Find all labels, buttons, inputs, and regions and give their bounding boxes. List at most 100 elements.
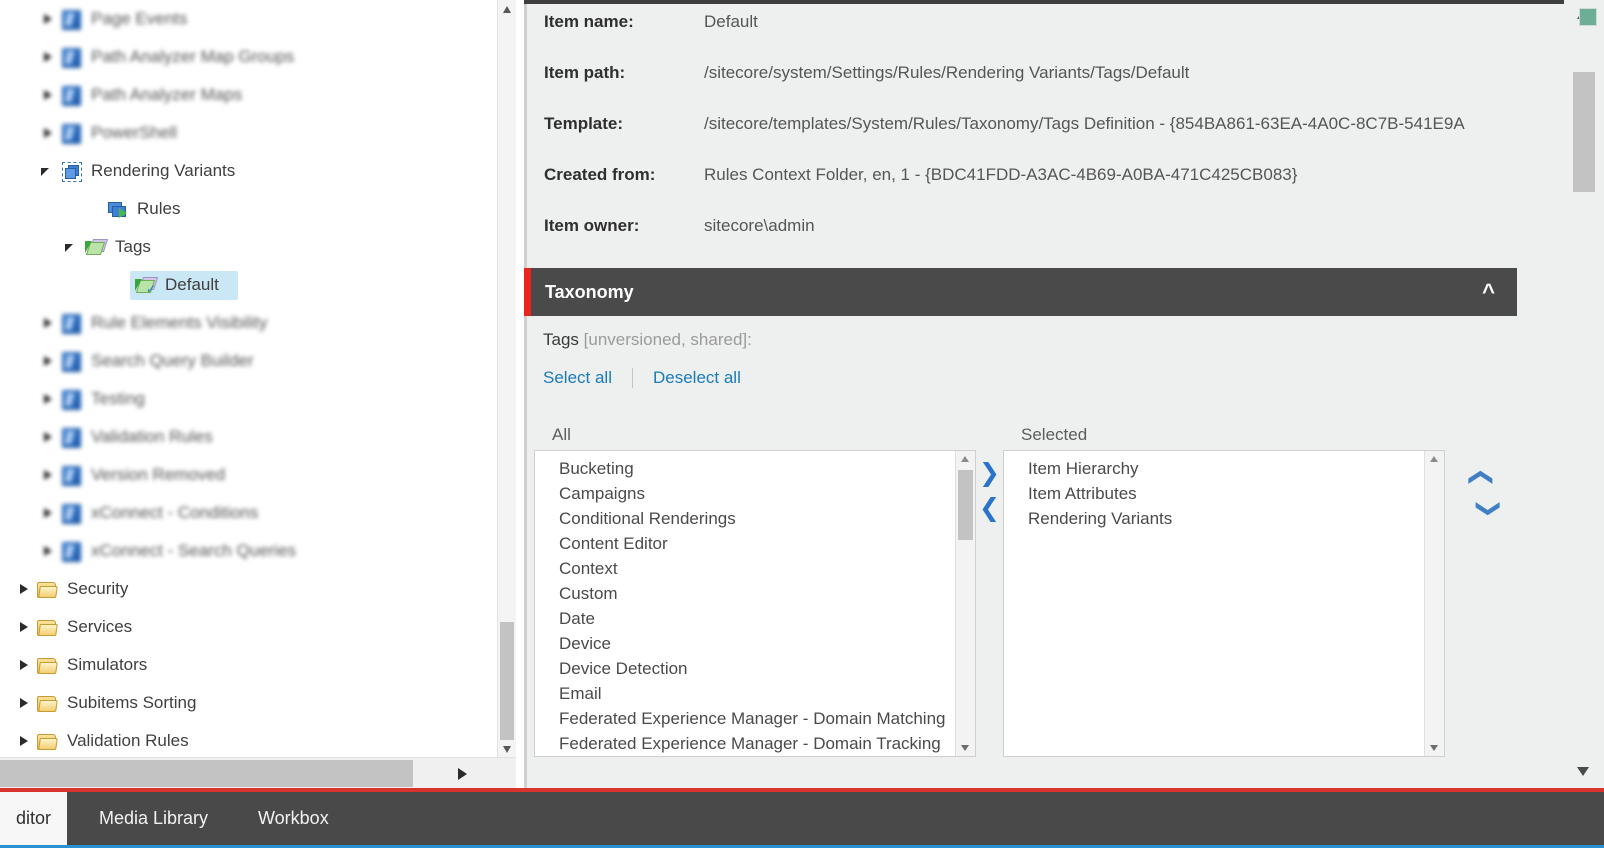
all-list-scrollbar[interactable] [955, 451, 975, 756]
selected-list-scrollbar[interactable] [1424, 451, 1444, 756]
all-tag-option[interactable]: Campaigns [535, 481, 935, 506]
detail-vertical-scrollbar[interactable] [1564, 0, 1604, 790]
tree-scroll-thumb[interactable] [500, 622, 514, 750]
tags-label-meta: [unversioned, shared]: [578, 330, 752, 349]
tree-node-rules[interactable]: Rules [0, 190, 498, 228]
expand-arrow-icon[interactable] [16, 657, 32, 673]
selected-list-scroll-down[interactable] [1425, 739, 1444, 756]
chevron-up-icon[interactable]: ^ [1482, 281, 1495, 303]
all-tag-option[interactable]: Date [535, 606, 935, 631]
all-tag-option[interactable]: Email [535, 681, 935, 706]
selected-tag-option[interactable]: Rendering Variants [1004, 506, 1404, 531]
all-list-scroll-up[interactable] [956, 451, 975, 468]
tree-scroll-down-button[interactable] [498, 740, 516, 758]
expand-arrow-icon[interactable] [16, 581, 32, 597]
all-tags-options[interactable]: Bucketing Campaigns Conditional Renderings… [535, 456, 945, 756]
expand-arrow-icon[interactable] [40, 391, 56, 407]
blue-item-icon [60, 122, 82, 144]
all-list-scroll-down[interactable] [956, 739, 975, 756]
all-tag-option[interactable]: Federated Experience Manager - Domain Tr… [535, 731, 941, 756]
tree-node-page-events[interactable]: Page Events [0, 0, 498, 38]
tree-node-default[interactable]: ✓ Default [0, 266, 498, 304]
expand-arrow-icon[interactable] [40, 467, 56, 483]
taxonomy-section-header[interactable]: Taxonomy ^ [524, 268, 1517, 316]
tab-media-library[interactable]: Media Library [83, 792, 224, 845]
expand-arrow-icon[interactable] [16, 733, 32, 749]
all-tag-option[interactable]: Bucketing [535, 456, 935, 481]
tags-label-text: Tags [543, 330, 579, 349]
tree-node-rule-elements-visibility[interactable]: Rule Elements Visibility [0, 304, 498, 342]
select-all-link[interactable]: Select all [543, 368, 612, 388]
collapse-arrow-icon[interactable] [40, 163, 56, 179]
folder-icon [36, 616, 58, 638]
move-right-button[interactable]: ❯ [979, 460, 1001, 495]
expand-arrow-icon[interactable] [16, 695, 32, 711]
all-tag-option[interactable]: Device Detection [535, 656, 935, 681]
collapse-arrow-icon[interactable] [64, 239, 80, 255]
tree-node-tags[interactable]: Tags [0, 228, 498, 266]
selected-list-scroll-up[interactable] [1425, 451, 1444, 468]
field-row: Created from: Rules Context Folder, en, 1… [544, 159, 1544, 210]
tree-hscroll-right-button[interactable] [445, 758, 481, 789]
tree-node-services[interactable]: Services [0, 608, 498, 646]
tree-node-path-analyzer-maps[interactable]: Path Analyzer Maps [0, 76, 498, 114]
detail-scroll-thumb[interactable] [1573, 72, 1595, 192]
blue-item-icon [60, 350, 82, 372]
expand-arrow-icon[interactable] [40, 87, 56, 103]
tags-actions: Select all Deselect all [543, 368, 1604, 388]
tree-node-label: xConnect - Conditions [91, 503, 259, 522]
tree-node-rendering-variants[interactable]: Rendering Variants [0, 152, 498, 190]
tree-node-powershell[interactable]: PowerShell [0, 114, 498, 152]
tab-workbox[interactable]: Workbox [242, 792, 345, 845]
move-left-button[interactable]: ❮ [979, 495, 1001, 530]
tree-node-validation-rules[interactable]: Validation Rules [0, 418, 498, 456]
tree-node-validation-rules[interactable]: Validation Rules [0, 722, 498, 758]
selected-tags-listbox[interactable]: Item Hierarchy Item Attributes Rendering V… [1003, 450, 1445, 757]
all-tag-option[interactable]: Conditional Renderings [535, 506, 935, 531]
blue-item-icon [60, 426, 82, 448]
tree-scroll-up-button[interactable] [498, 0, 516, 18]
tree-hscroll-thumb[interactable] [0, 760, 413, 787]
triangle-down-icon[interactable] [1577, 767, 1589, 776]
field-value: Rules Context Folder, en, 1 - {BDC41FDD-… [704, 165, 1298, 184]
tree-node-version-removed[interactable]: Version Removed [0, 456, 498, 494]
expand-arrow-icon[interactable] [16, 619, 32, 635]
tree-node-subitems-sorting[interactable]: Subitems Sorting [0, 684, 498, 722]
selected-tags-options[interactable]: Item Hierarchy Item Attributes Rendering V… [1004, 456, 1404, 531]
expand-arrow-icon[interactable] [40, 429, 56, 445]
tree-vertical-scrollbar[interactable] [497, 0, 516, 758]
tree-node-xconnect-search-queries[interactable]: xConnect - Search Queries [0, 532, 498, 570]
tree-node-simulators[interactable]: Simulators [0, 646, 498, 684]
selected-tag-option[interactable]: Item Attributes [1004, 481, 1404, 506]
all-list-scroll-thumb[interactable] [958, 470, 973, 540]
tree-node-path-analyzer-map-groups[interactable]: Path Analyzer Map Groups [0, 38, 498, 76]
rules-icon [106, 198, 128, 220]
expand-arrow-icon[interactable] [40, 49, 56, 65]
tree-node-security[interactable]: Security [0, 570, 498, 608]
tree-node-label: Page Events [91, 9, 188, 28]
expand-arrow-icon[interactable] [40, 353, 56, 369]
tree-node-testing[interactable]: Testing [0, 380, 498, 418]
triangle-up-icon [503, 6, 511, 13]
all-tag-option[interactable]: Federated Experience Manager - Domain Ma… [535, 706, 945, 731]
selected-tag-option[interactable]: Item Hierarchy [1004, 456, 1404, 481]
all-tag-option[interactable]: Content Editor [535, 531, 935, 556]
all-tag-option[interactable]: Device [535, 631, 935, 656]
move-up-button[interactable]: ❯ [1466, 464, 1502, 487]
all-tags-listbox[interactable]: Bucketing Campaigns Conditional Renderings… [534, 450, 976, 757]
content-tree[interactable]: Page Events Path Analyzer Map Groups Path … [0, 0, 498, 758]
all-tag-option[interactable]: Custom [535, 581, 935, 606]
tree-node-search-query-builder[interactable]: Search Query Builder [0, 342, 498, 380]
deselect-all-link[interactable]: Deselect all [653, 368, 741, 388]
tree-node-xconnect-conditions[interactable]: xConnect - Conditions [0, 494, 498, 532]
move-down-button[interactable]: ❯ [1467, 499, 1503, 523]
all-tag-option[interactable]: Context [535, 556, 935, 581]
tree-horizontal-scrollbar[interactable] [0, 757, 516, 790]
tab-ditor[interactable]: ditor [0, 792, 68, 845]
tree-node-label: Path Analyzer Maps [91, 85, 243, 104]
expand-arrow-icon[interactable] [40, 11, 56, 27]
expand-arrow-icon[interactable] [40, 543, 56, 559]
expand-arrow-icon[interactable] [40, 505, 56, 521]
expand-arrow-icon[interactable] [40, 315, 56, 331]
expand-arrow-icon[interactable] [40, 125, 56, 141]
